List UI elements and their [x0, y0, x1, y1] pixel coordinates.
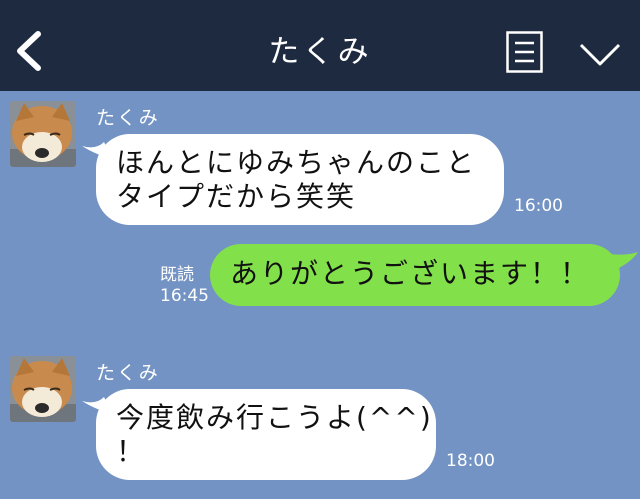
avatar[interactable]	[10, 356, 76, 422]
message-bubble-incoming[interactable]: 今度飲み行こうよ(^^) ！	[96, 389, 436, 480]
read-status: 既読	[160, 264, 194, 286]
message-line: ！	[116, 435, 147, 468]
message-bubble-incoming[interactable]: ほんとにゆみちゃんのこと タイプだから笑笑	[96, 134, 504, 225]
message-line: 今度飲み行こうよ(^^)	[116, 401, 433, 434]
message-bubble-outgoing[interactable]: ありがとうございます！！	[210, 244, 620, 306]
read-label: 既読	[160, 265, 194, 285]
shiba-dog-avatar-icon	[10, 356, 76, 422]
bubble-tail	[610, 252, 638, 272]
message-time: 18:00	[446, 451, 495, 471]
sender-name: たくみ	[96, 107, 160, 129]
chat-header: たくみ	[0, 0, 640, 91]
avatar[interactable]	[10, 101, 76, 167]
chevron-down-icon	[579, 43, 621, 66]
collapse-button[interactable]	[578, 40, 622, 70]
chat-title: たくみ	[268, 34, 372, 70]
shiba-dog-avatar-icon	[10, 101, 76, 167]
menu-button[interactable]	[506, 31, 543, 73]
menu-icon	[506, 31, 543, 73]
message-line: ありがとうございます！！	[230, 257, 591, 290]
sender-name: たくみ	[96, 362, 160, 384]
message-line: ほんとにゆみちゃんのこと	[116, 146, 477, 179]
message-time: 16:45	[160, 286, 209, 306]
message-time: 16:00	[514, 196, 563, 216]
message-line: タイプだから笑笑	[116, 180, 357, 213]
